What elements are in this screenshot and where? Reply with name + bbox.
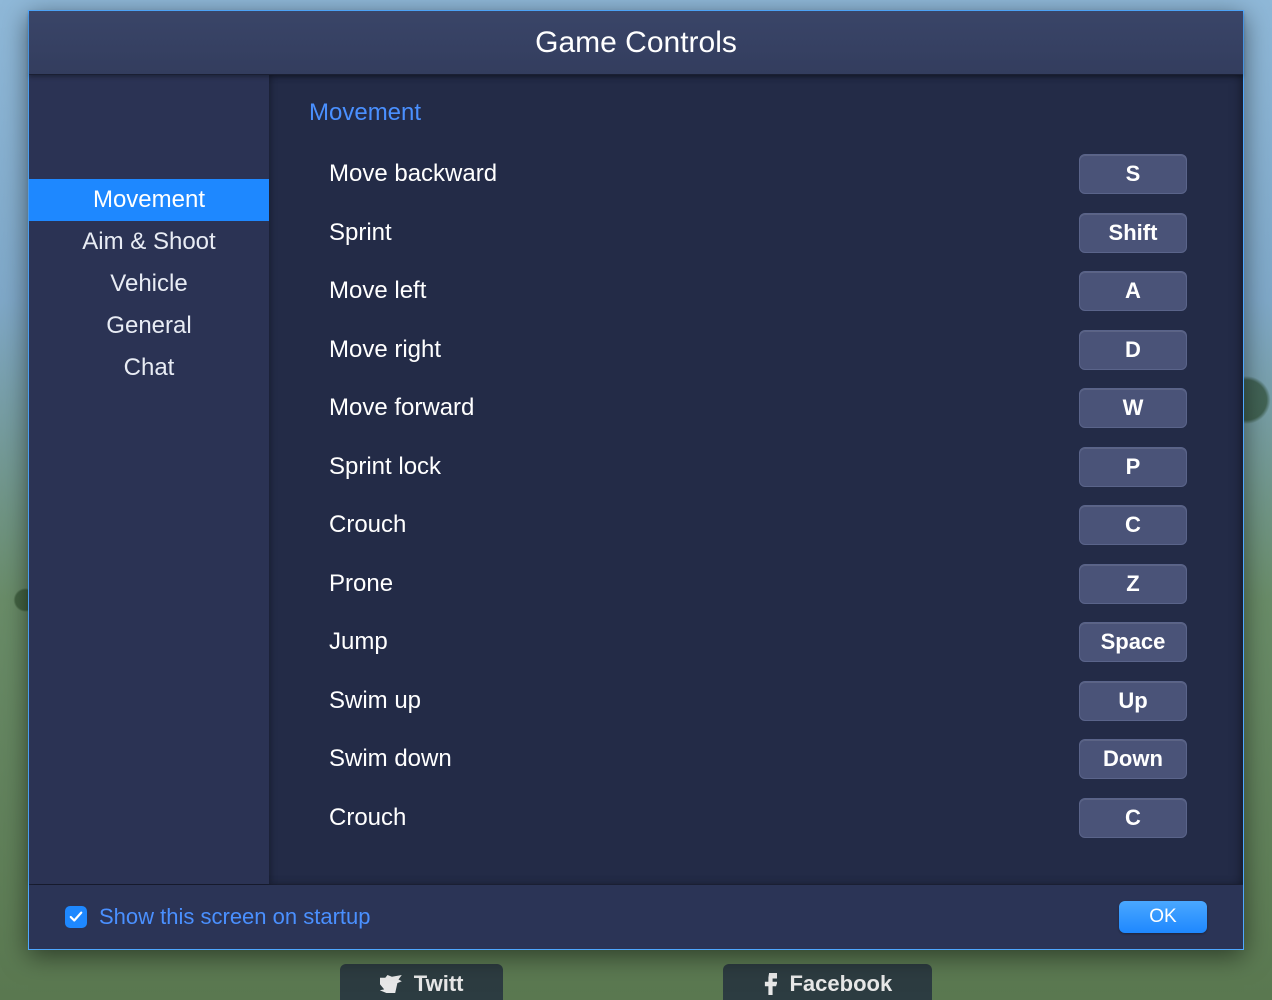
binding-row: Sprint Shift [309,204,1187,263]
sidebar: Movement Aim & Shoot Vehicle General Chat [29,75,269,884]
binding-row: Crouch C [309,496,1187,555]
titlebar: Game Controls [29,11,1243,75]
section-title: Movement [309,99,1187,127]
show-on-startup-toggle[interactable]: Show this screen on startup [65,904,370,930]
sidebar-item-label: Aim & Shoot [82,228,215,256]
window-title: Game Controls [535,26,737,60]
binding-row: Move backward S [309,145,1187,204]
binding-label: Crouch [329,511,406,539]
keybind-button[interactable]: S [1079,154,1187,194]
sidebar-item-label: Chat [124,354,175,382]
keybind-button[interactable]: D [1079,330,1187,370]
keybind-button[interactable]: A [1079,271,1187,311]
binding-row: Swim up Up [309,672,1187,731]
keybind-button[interactable]: Up [1079,681,1187,721]
keybind-button[interactable]: C [1079,798,1187,838]
binding-row: Prone Z [309,555,1187,614]
sidebar-item-vehicle[interactable]: Vehicle [29,263,269,305]
binding-row: Swim down Down [309,730,1187,789]
facebook-icon [763,973,777,995]
binding-label: Move right [329,336,441,364]
show-on-startup-label: Show this screen on startup [99,904,370,930]
keybind-button[interactable]: Z [1079,564,1187,604]
keybind-button[interactable]: Down [1079,739,1187,779]
bg-social-facebook-label: Facebook [789,971,892,997]
binding-row: Move left A [309,262,1187,321]
window-body: Movement Aim & Shoot Vehicle General Chat Mo… [29,75,1243,885]
content-panel: Movement Move backward S Sprint Shift Move l… [269,75,1243,884]
binding-row: Sprint lock P [309,438,1187,497]
bg-social-facebook: Facebook [723,964,932,1000]
game-controls-window: Game Controls Movement Aim & Shoot Vehicle… [28,10,1244,950]
binding-label: Move forward [329,394,474,422]
bg-social-twitter-label: Twitt [414,971,464,997]
binding-row: Crouch C [309,789,1187,848]
keybind-button[interactable]: C [1079,505,1187,545]
twitter-icon [380,975,402,993]
ok-button[interactable]: OK [1119,901,1207,933]
bg-social-twitter: Twitt [340,964,504,1000]
keybind-button[interactable]: W [1079,388,1187,428]
binding-label: Jump [329,628,388,656]
binding-label: Crouch [329,804,406,832]
keybind-button[interactable]: Shift [1079,213,1187,253]
show-on-startup-checkbox[interactable] [65,906,87,928]
binding-label: Sprint lock [329,453,441,481]
binding-label: Swim down [329,745,452,773]
binding-row: Move forward W [309,379,1187,438]
binding-label: Swim up [329,687,421,715]
background-social-bar: Twitt Facebook [0,964,1272,1000]
sidebar-item-movement[interactable]: Movement [29,179,269,221]
binding-label: Move backward [329,160,497,188]
sidebar-item-chat[interactable]: Chat [29,347,269,389]
binding-row: Jump Space [309,613,1187,672]
sidebar-item-label: Movement [93,186,205,214]
sidebar-item-aim-shoot[interactable]: Aim & Shoot [29,221,269,263]
keybind-button[interactable]: Space [1079,622,1187,662]
binding-label: Move left [329,277,426,305]
binding-label: Prone [329,570,393,598]
sidebar-item-label: General [106,312,191,340]
binding-row: Move right D [309,321,1187,380]
sidebar-item-general[interactable]: General [29,305,269,347]
footer: Show this screen on startup OK [29,885,1243,949]
bindings-list: Move backwardSSprintShiftMove leftAMove … [309,145,1187,847]
sidebar-item-label: Vehicle [110,270,187,298]
keybind-button[interactable]: P [1079,447,1187,487]
check-icon [69,910,83,924]
binding-label: Sprint [329,219,392,247]
